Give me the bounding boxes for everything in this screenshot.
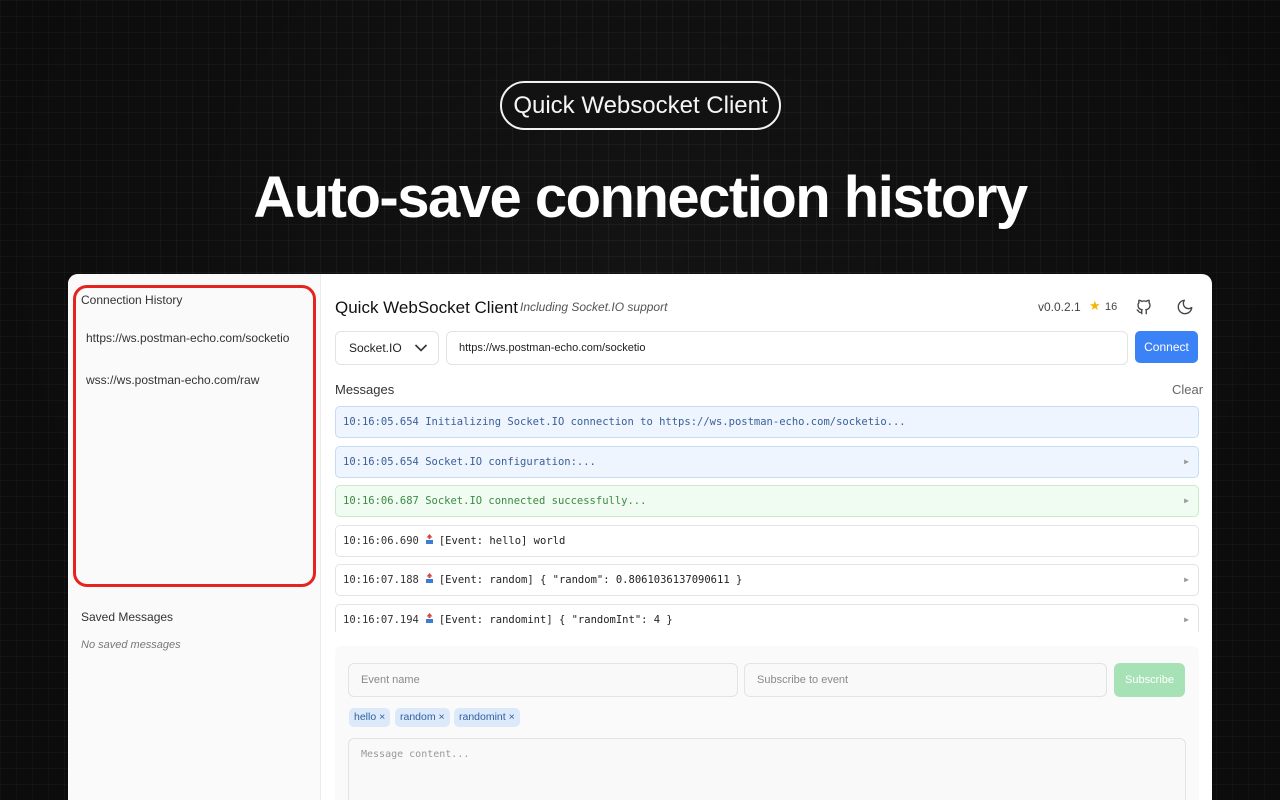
message-row[interactable]: 10:16:06.687 Socket.IO connected success… [335,485,1199,518]
message-row: 10:16:06.690 [Event: hello] world [335,524,1199,557]
incoming-event-icon [425,613,433,623]
message-text: [Event: random] { "random": 0.8061036137… [438,574,743,587]
history-item[interactable]: https://ws.postman-echo.com/socketio [86,331,289,345]
incoming-event-icon [425,533,433,544]
app-subtitle: Including Socket.IO support [520,300,668,314]
expand-arrow-icon[interactable]: ▶ [1184,605,1189,632]
message-text: [Event: randomint] { "randomInt": 4 } [438,614,673,626]
protocol-select[interactable]: Socket.IO [335,331,439,365]
message-timestamp: 10:16:07.188 [343,574,419,587]
composer: Event name Subscribe to event Subscribe … [335,646,1199,800]
connect-button[interactable]: Connect [1135,331,1198,363]
history-item[interactable]: wss://ws.postman-echo.com/raw [86,373,259,387]
product-name-pill: Quick Websocket Client [500,81,781,130]
message-text: Socket.IO connected successfully... [425,495,647,508]
message-row[interactable]: 10:16:05.654 Socket.IO configuration:...… [335,445,1199,478]
version-label: v0.0.2.1 [1038,300,1081,314]
message-row: 10:16:05.654 Initializing Socket.IO conn… [335,406,1199,438]
message-row[interactable]: 10:16:07.194 [Event: randomint] { "random… [335,604,1199,632]
subscribed-tag[interactable]: randomint × [454,708,520,727]
star-icon[interactable]: ★ [1089,298,1101,314]
feature-headline: Auto-save connection history [253,165,1028,230]
messages-label: Messages [335,382,395,397]
subscribed-tag[interactable]: hello × [349,708,391,727]
message-timestamp: 10:16:06.690 [343,534,419,547]
incoming-event-icon [425,573,433,584]
message-text: Socket.IO configuration:... [425,455,596,468]
saved-messages-title: Saved Messages [81,610,174,624]
message-text: [Event: hello] world [438,534,566,547]
subscribe-event-input[interactable]: Subscribe to event [744,663,1107,697]
expand-arrow-icon[interactable]: ▶ [1184,565,1189,595]
subscribed-tag[interactable]: random × [395,708,450,727]
url-input[interactable]: https://ws.postman-echo.com/socketio [446,331,1128,365]
message-content-input[interactable]: Message content... [348,738,1186,800]
star-count[interactable]: 16 [1105,301,1117,313]
app-title: Quick WebSocket Client [335,298,518,317]
app-window: Connection History https://ws.postman-ec… [68,274,1212,800]
saved-messages-empty: No saved messages [81,639,181,651]
clear-button[interactable]: Clear [1172,382,1203,397]
sidebar: Connection History https://ws.postman-ec… [68,274,321,800]
message-row[interactable]: 10:16:07.188 [Event: random] { "random": … [335,564,1199,597]
message-timestamp: 10:16:05.654 [343,455,419,468]
moon-icon[interactable] [1176,298,1194,316]
github-icon[interactable] [1135,298,1153,316]
connection-history-title: Connection History [81,293,183,307]
expand-arrow-icon[interactable]: ▶ [1184,447,1189,477]
message-timestamp: 10:16:05.654 [343,416,419,428]
event-name-input[interactable]: Event name [348,663,738,697]
protocol-select-value: Socket.IO [349,341,402,355]
expand-arrow-icon[interactable]: ▶ [1184,486,1189,516]
subscribe-button[interactable]: Subscribe [1114,663,1185,697]
message-timestamp: 10:16:07.194 [343,614,419,626]
chevron-down-icon [414,344,428,352]
message-list: 10:16:05.654 Initializing Socket.IO conn… [335,406,1199,632]
main-panel: Quick WebSocket Client Including Socket.… [321,274,1212,800]
message-timestamp: 10:16:06.687 [343,495,419,508]
message-text: Initializing Socket.IO connection to htt… [425,416,906,428]
